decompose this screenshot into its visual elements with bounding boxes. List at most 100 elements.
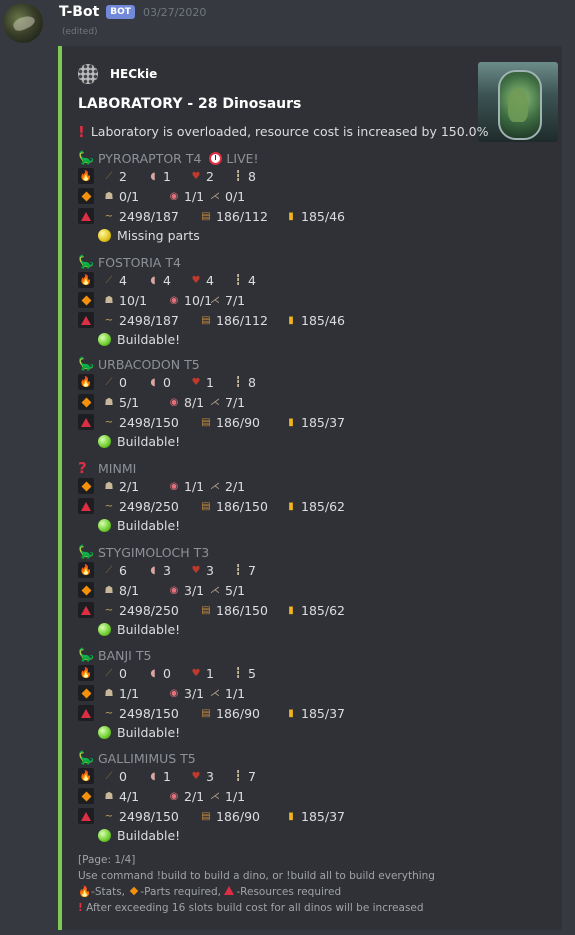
parts-value: 10/1	[119, 292, 148, 308]
dinosaur-icon: 🦕	[78, 356, 95, 372]
resources-cell: ~2498/250	[102, 603, 179, 618]
stats-value: 0	[163, 665, 171, 681]
resources-cell: ~2498/150	[102, 415, 179, 430]
stats-value: 4	[206, 272, 214, 288]
meat-icon: ◖	[150, 274, 156, 286]
parts-marker	[78, 478, 94, 494]
stats-cell: ♥ 3	[189, 563, 214, 578]
stats-cell: ♥ 1	[189, 375, 214, 390]
slots-note: ! After exceeding 16 slots build cost fo…	[78, 900, 435, 916]
bone-icon: ┇	[234, 274, 242, 286]
dinosaur-icon: 🦕	[78, 544, 95, 560]
claw-icon: ⟋	[105, 274, 113, 286]
resources-row: ~2498/150 ▤ 186/90 ▮ 185/37	[78, 412, 345, 432]
build-status: Missing parts	[98, 226, 259, 244]
parts-row: ☗ 8/1 ◉ 3/1 ⋌ 5/1	[78, 580, 245, 600]
resources-cell: ▮ 185/37	[284, 809, 345, 824]
stats-value: 5	[248, 665, 256, 681]
meat-icon: ◖	[150, 170, 156, 182]
username[interactable]: T-Bot	[59, 4, 99, 20]
parts-value: 8/1	[119, 582, 140, 598]
stats-value: 0	[119, 374, 127, 390]
resources-marker	[78, 498, 94, 514]
legend-parts: -Parts required,	[140, 886, 222, 898]
resources-value: 186/112	[216, 208, 268, 224]
parts-cell: ◉ 1/1	[167, 188, 205, 204]
skull-icon: ☗	[104, 190, 114, 202]
wood-icon: ▤	[201, 314, 211, 326]
stats-row: 🔥 ⟋ 0 ◖ 1 ♥ 3 ┇ 7	[78, 766, 256, 786]
resources-value: 2498/150	[119, 808, 179, 824]
diamond-icon	[81, 585, 91, 595]
gold-icon: ▮	[288, 707, 294, 719]
claw-icon: ⟋	[105, 564, 113, 576]
stats-cell: ⟋ 2	[102, 169, 127, 184]
stats-value: 8	[248, 168, 256, 184]
parts-value: 8/1	[184, 394, 205, 410]
resources-cell: ▤ 186/112	[199, 209, 268, 224]
resources-cell: ~2498/187	[102, 209, 179, 224]
resources-cell: ▮ 185/62	[284, 499, 345, 514]
dino-entry: 🦕 URBACODON T5 🔥 ⟋ 0 ◖ 0 ♥ 1 ┇ 8 ☗ 5/1 ◉ 8/1 ⋌ 7/1 ~2498/…	[78, 356, 345, 450]
parts-row: ☗ 1/1 ◉ 3/1 ⋌ 1/1	[78, 683, 245, 703]
resources-value: 186/90	[216, 705, 260, 721]
build-status: Buildable!	[98, 826, 196, 844]
parts-marker	[78, 394, 94, 410]
resources-value: 185/37	[301, 808, 345, 824]
status-orb-icon	[98, 434, 111, 448]
dino-name: MINMI	[98, 460, 137, 476]
resources-marker	[78, 312, 94, 328]
stats-cell: ┇ 4	[231, 273, 256, 288]
resources-value: 2498/150	[119, 414, 179, 430]
dino-entry: 🦕 PYRORAPTOR T4 LIVE! 🔥 ⟋ 2 ◖ 1 ♥ 2 ┇ 8 ☗ 0/1 ◉ 1/1 ⋌ 0/1…	[78, 150, 345, 244]
resources-cell: ▤ 186/90	[199, 706, 260, 721]
triangle-icon	[81, 605, 91, 615]
stats-value: 7	[248, 562, 256, 578]
status-text: Missing parts	[117, 227, 200, 243]
bone-icon: ┇	[234, 667, 242, 679]
stats-value: 2	[119, 168, 127, 184]
page-indicator: [Page: 1/4]	[78, 854, 136, 866]
stats-cell: ┇ 7	[231, 563, 256, 578]
diamond-icon	[81, 791, 91, 801]
gold-icon: ▮	[288, 500, 294, 512]
resources-value: 185/46	[301, 312, 345, 328]
dino-entry: 🦕 BANJI T5 🔥 ⟋ 0 ◖ 0 ♥ 1 ┇ 5 ☗ 1/1 ◉ 3/1 ⋌ 1/1 ~2498/150 ▤…	[78, 647, 345, 741]
stats-cell: ♥ 4	[189, 273, 214, 288]
triangle-icon	[81, 708, 91, 718]
blood-icon: ♥	[191, 170, 201, 182]
claw-icon: ⟋	[105, 770, 113, 782]
blood-icon: ♥	[191, 564, 201, 576]
embed-thumbnail[interactable]	[478, 62, 558, 142]
bot-avatar[interactable]	[3, 3, 43, 43]
stats-marker: 🔥	[78, 374, 94, 390]
stats-value: 0	[163, 374, 171, 390]
diamond-icon	[81, 397, 91, 407]
resources-value: 2498/150	[119, 705, 179, 721]
parts-cell: ⋌ 7/1	[208, 395, 245, 410]
dino-entry: 🦕 FOSTORIA T4 🔥 ⟋ 4 ◖ 4 ♥ 4 ┇ 4 ☗ 10/1 ◉ 10/1 ⋌ 7/1 ~2498…	[78, 254, 345, 348]
stats-cell: ♥ 2	[189, 169, 214, 184]
dino-header: 🦕 BANJI T5	[78, 647, 180, 663]
resources-marker	[78, 414, 94, 430]
flame-icon: 🔥	[79, 564, 93, 576]
stats-cell: ⟋ 4	[102, 273, 127, 288]
legend-resources: -Resources required	[236, 886, 342, 898]
stats-value: 4	[119, 272, 127, 288]
stats-value: 4	[248, 272, 256, 288]
parts-cell: ⋌ 1/1	[208, 789, 245, 804]
wood-icon: ▤	[201, 500, 211, 512]
blood-icon: ♥	[191, 770, 201, 782]
embed: HECkie LABORATORY - 28 Dinosaurs ! Labor…	[58, 46, 562, 930]
stats-cell: ◖ 0	[146, 375, 171, 390]
gold-icon: ▮	[288, 604, 294, 616]
parts-value: 1/1	[184, 188, 205, 204]
resources-value: 185/37	[301, 414, 345, 430]
slots-note-text: After exceeding 16 slots build cost for …	[86, 902, 424, 914]
dinosaur-icon: 🦕	[78, 750, 95, 766]
dino-header: 🦕 FOSTORIA T4	[78, 254, 181, 270]
claw-icon: ⟋	[105, 376, 113, 388]
gold-icon: ▮	[288, 416, 294, 428]
resources-cell: ▤ 186/90	[199, 415, 260, 430]
parts-cell: ☗ 4/1	[102, 789, 140, 804]
